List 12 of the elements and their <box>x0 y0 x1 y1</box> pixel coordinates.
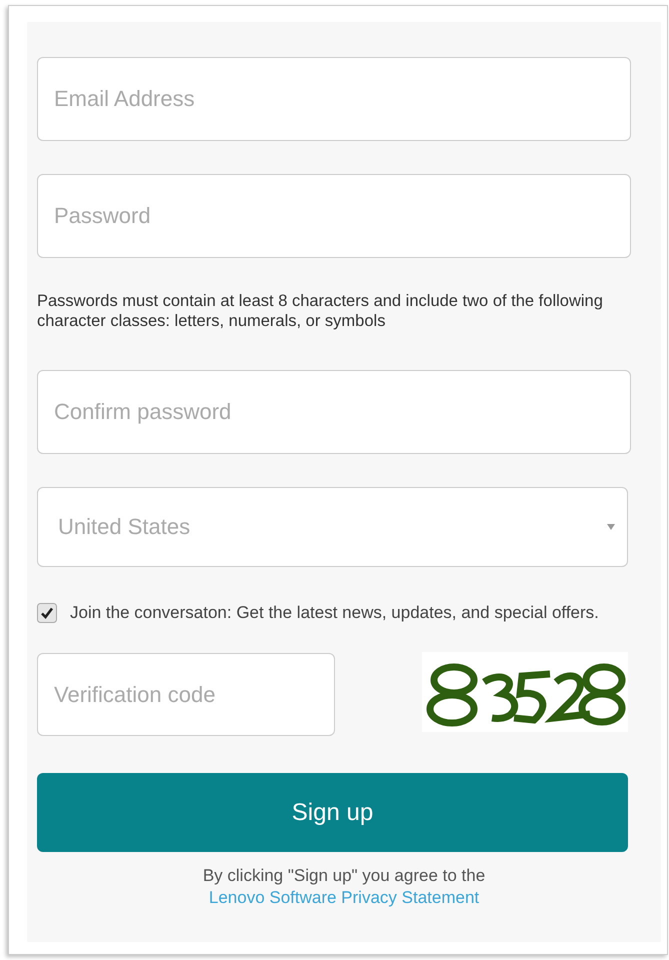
verification-code-field[interactable]: Verification code <box>37 653 335 736</box>
newsletter-label: Join the conversaton: Get the latest news, updates, and special offers. <box>70 602 600 624</box>
agreement-text: By clicking "Sign up" you agree to the <box>202 865 486 887</box>
checkbox[interactable] <box>37 603 57 623</box>
confirm-password-field[interactable]: Confirm password <box>37 370 631 454</box>
country-select[interactable]: United States <box>37 487 628 567</box>
caret-icon <box>607 524 615 530</box>
text-field[interactable]: Email Address <box>37 57 631 141</box>
password-hint: Passwords must contain at least 8 characters and include two of the following character classes: letters, numerals, or symbols <box>37 291 604 331</box>
privacy-statement-link[interactable]: Lenovo Software Privacy Statement <box>208 887 490 909</box>
sign-up-button[interactable]: Sign up <box>37 773 628 852</box>
text-field[interactable]: Password <box>37 174 631 258</box>
